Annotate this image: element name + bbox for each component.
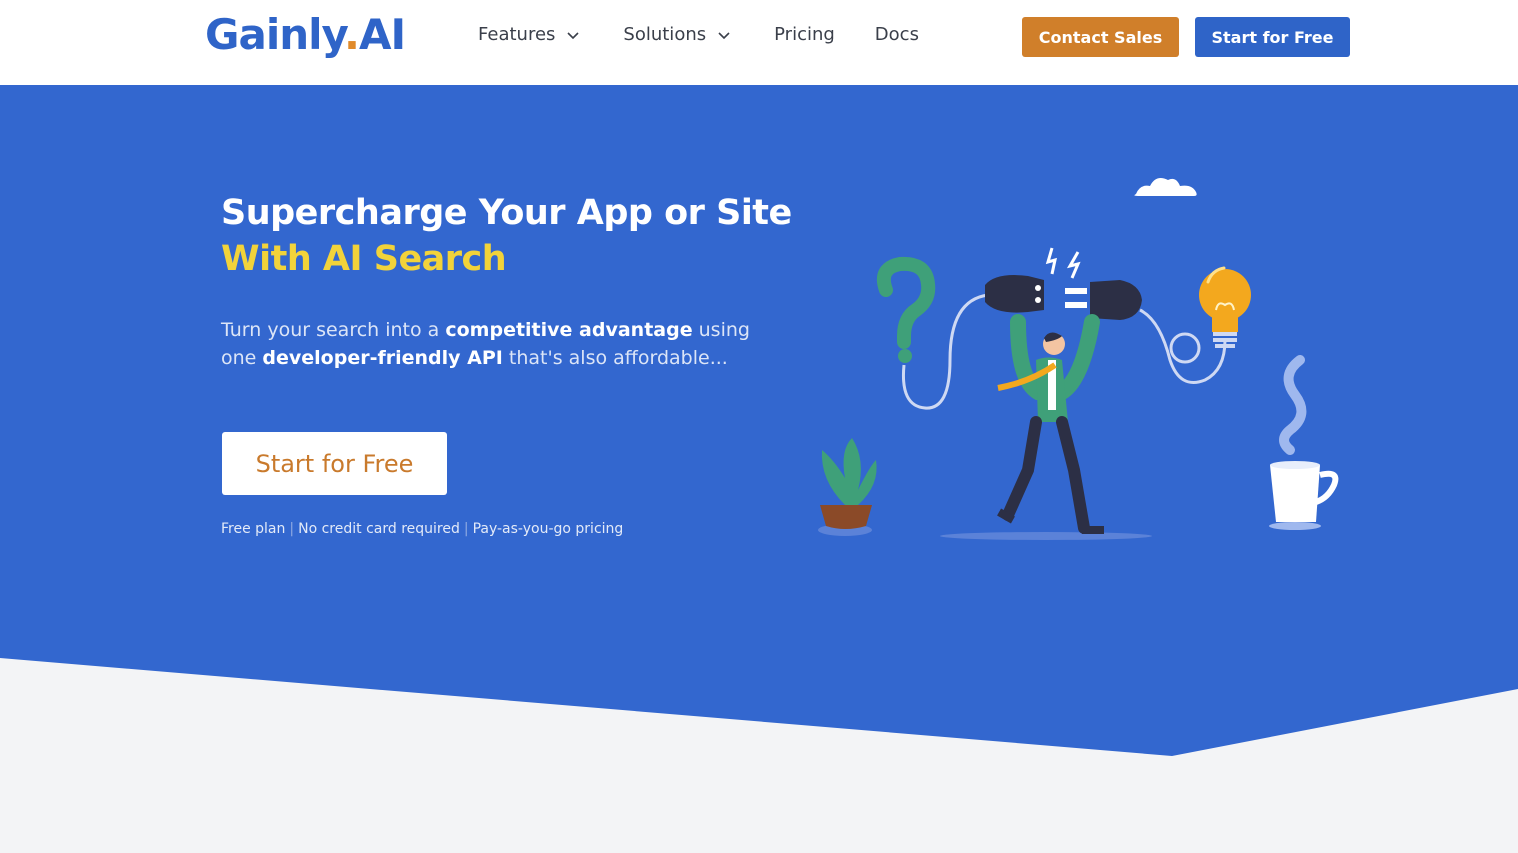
chevron-down-icon (567, 31, 579, 39)
hero-start-free-button[interactable]: Start for Free (222, 432, 447, 495)
note-payg: Pay-as-you-go pricing (472, 521, 624, 537)
site-header: Gainly.AI Features Solutions Pricing Doc… (0, 0, 1518, 85)
note-free-plan: Free plan (221, 521, 286, 537)
nav-item-label: Features (478, 24, 556, 45)
plug-right-icon (1065, 280, 1142, 320)
contact-sales-button[interactable]: Contact Sales (1022, 17, 1179, 57)
plug-left-icon (985, 275, 1044, 313)
start-free-header-button[interactable]: Start for Free (1195, 17, 1350, 57)
nav-item-label: Solutions (623, 24, 707, 45)
note-no-card: No credit card required (298, 521, 460, 537)
highlight-competitive-advantage: competitive advantage (445, 319, 693, 341)
nav-item-label: Docs (874, 24, 919, 45)
landing-page: Gainly.AI Features Solutions Pricing Doc… (0, 0, 1518, 853)
hero-illustration (818, 178, 1339, 540)
nav-item-docs[interactable]: Docs (875, 24, 919, 45)
nav-item-features[interactable]: Features (478, 24, 583, 45)
businessman-figure (997, 314, 1104, 534)
nav-item-label: Pricing (774, 24, 835, 45)
hero-title-line1: Supercharge Your App or Site (221, 193, 792, 233)
brand-logo[interactable]: Gainly.AI (205, 10, 406, 59)
cloud-icon (1134, 178, 1197, 196)
hero-notes: Free plan | No credit card required | Pay-as… (221, 521, 624, 537)
hero-title: Supercharge Your App or Site With AI Sea… (221, 190, 841, 282)
main-nav: Features Solutions Pricing Docs (478, 24, 959, 45)
light-bulb-icon (1199, 266, 1251, 348)
coffee-cup-icon (1269, 461, 1339, 530)
plant-icon (818, 438, 877, 536)
hero-subtitle: Turn your search into a competitive adva… (221, 319, 750, 369)
question-mark-icon (876, 256, 936, 363)
nav-item-pricing[interactable]: Pricing (774, 24, 835, 45)
chevron-down-icon (718, 31, 730, 39)
nav-item-solutions[interactable]: Solutions (623, 24, 734, 45)
hero-title-line2: With AI Search (221, 239, 507, 279)
highlight-developer-api: developer-friendly API (262, 347, 503, 369)
